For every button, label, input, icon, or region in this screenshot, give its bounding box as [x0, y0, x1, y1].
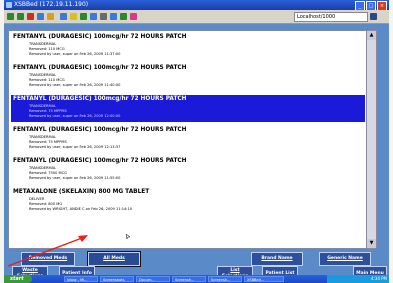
- medication-detail: Removed: 800 MG: [29, 202, 63, 206]
- medication-detail: Removed: 75 MPPMS: [29, 140, 67, 144]
- windows-taskbar: start Inbox - Mi... Screenshots Docum...…: [4, 275, 389, 283]
- app-screen: XSBBed (172.19.11.190) _ □ × Localhost/1…: [4, 0, 389, 283]
- list-scrollbar[interactable]: ▲ ▼: [366, 30, 377, 249]
- medication-detail: Removed: 110 MCG: [29, 47, 65, 51]
- medication-list: FENTANYL (DURAGESIC) 100mcg/hr 72 HOURS …: [8, 30, 368, 249]
- clock: 4:34 PM: [370, 276, 387, 281]
- medication-detail: Removed: 75 MPPMS: [29, 109, 67, 113]
- discuss-icon[interactable]: [120, 13, 127, 20]
- taskbar-item[interactable]: Screensh...: [172, 276, 206, 282]
- medication-detail: Removed by WRIGHT, ANDIE C on Feb 26, 20…: [29, 207, 133, 211]
- stop-icon[interactable]: [27, 13, 34, 20]
- medication-detail: TRANSDERMAL: [29, 73, 57, 77]
- medication-detail: Removed by user, super on Feb 26, 2009 1…: [29, 145, 121, 149]
- app-icon: [6, 2, 12, 8]
- taskbar-item[interactable]: Screensh...: [208, 276, 242, 282]
- home-icon[interactable]: [47, 13, 54, 20]
- toolbar: Localhost/1000: [4, 10, 389, 24]
- system-tray: 4:34 PM: [327, 275, 389, 283]
- print-icon[interactable]: [100, 13, 107, 20]
- medication-detail: TRANSDERMAL: [29, 135, 57, 139]
- medication-detail: DELIVER: [29, 197, 45, 201]
- medication-detail: TRANSDERMAL: [29, 166, 57, 170]
- medication-name: FENTANYL (DURAGESIC) 100mcg/hr 72 HOURS …: [13, 127, 187, 133]
- medication-detail: TRANSDERMAL: [29, 42, 57, 46]
- window-titlebar: XSBBed (172.19.11.190) _ □ ×: [4, 0, 389, 11]
- medication-detail: TRANSDERMAL: [29, 104, 57, 108]
- address-field[interactable]: Localhost/1000: [294, 12, 368, 22]
- back-icon[interactable]: [7, 13, 14, 20]
- forward-icon[interactable]: [17, 13, 24, 20]
- brand-name-button[interactable]: Brand Name: [251, 252, 303, 266]
- scroll-down-icon[interactable]: ▼: [367, 239, 376, 248]
- medication-entry[interactable]: FENTANYL (DURAGESIC) 100mcg/hr 72 HOURS …: [11, 126, 365, 153]
- medication-name: FENTANYL (DURAGESIC) 100mcg/hr 72 HOURS …: [13, 96, 187, 102]
- window-title: XSBBed (172.19.11.190): [14, 1, 89, 8]
- medication-entry[interactable]: FENTANYL (DURAGESIC) 100mcg/hr 72 HOURS …: [11, 64, 365, 91]
- medication-entry[interactable]: METAXALONE (SKELAXIN) 800 MG TABLET DELIV…: [11, 188, 365, 215]
- medication-detail: Removed: 7500 MCG: [29, 171, 67, 175]
- medication-entry[interactable]: FENTANYL (DURAGESIC) 100mcg/hr 72 HOURS …: [11, 33, 365, 60]
- medication-detail: Removed by user, super on Feb 26, 2009 1…: [29, 114, 121, 118]
- edit-icon[interactable]: [110, 13, 117, 20]
- removed-meds-button[interactable]: Removed Meds: [21, 252, 75, 266]
- start-button[interactable]: start: [4, 275, 32, 283]
- scroll-up-icon[interactable]: ▲: [367, 31, 376, 40]
- medication-name: FENTANYL (DURAGESIC) 100mcg/hr 72 HOURS …: [13, 65, 187, 71]
- medication-name: FENTANYL (DURAGESIC) 100mcg/hr 72 HOURS …: [13, 158, 187, 164]
- medication-name: METAXALONE (SKELAXIN) 800 MG TABLET: [13, 189, 150, 195]
- medication-entry[interactable]: FENTANYL (DURAGESIC) 100mcg/hr 72 HOURS …: [11, 157, 365, 184]
- medication-name: FENTANYL (DURAGESIC) 100mcg/hr 72 HOURS …: [13, 34, 187, 40]
- mouse-cursor: [125, 224, 131, 240]
- favorites-icon[interactable]: [70, 13, 77, 20]
- taskbar-item[interactable]: Docum...: [136, 276, 170, 282]
- taskbar-item[interactable]: Screenshots: [100, 276, 134, 282]
- medication-detail: Removed by user, super on Feb 26, 2009 1…: [29, 52, 121, 56]
- generic-name-button[interactable]: Generic Name: [319, 252, 371, 266]
- search-icon[interactable]: [60, 13, 67, 20]
- medication-entry[interactable]: FENTANYL (DURAGESIC) 100mcg/hr 72 HOURS …: [11, 95, 365, 122]
- medication-detail: Removed by user, super on Feb 26, 2009 1…: [29, 176, 121, 180]
- history-icon[interactable]: [80, 13, 87, 20]
- medication-detail: Removed: 110 MCG: [29, 78, 65, 82]
- mail-icon[interactable]: [90, 13, 97, 20]
- go-icon[interactable]: [370, 13, 377, 20]
- taskbar-item[interactable]: XSBBed...: [244, 276, 284, 282]
- medication-detail: Removed by user, super on Feb 26, 2009 1…: [29, 83, 121, 87]
- taskbar-item[interactable]: Inbox - Mi...: [64, 276, 98, 282]
- messenger-icon[interactable]: [130, 13, 137, 20]
- all-meds-button[interactable]: All Meds: [88, 252, 140, 266]
- refresh-icon[interactable]: [37, 13, 44, 20]
